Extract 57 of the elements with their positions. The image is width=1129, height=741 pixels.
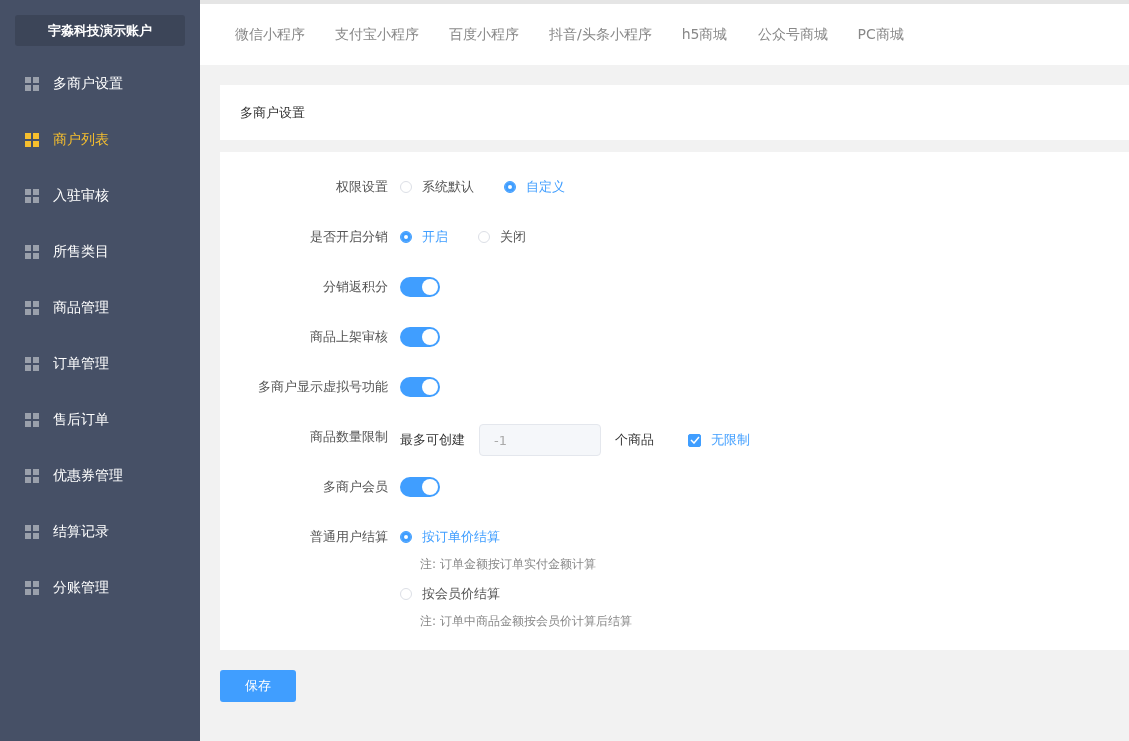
- radio-option[interactable]: 按订单价结算: [400, 524, 602, 550]
- grid-icon: [25, 301, 39, 315]
- radio-button[interactable]: [504, 181, 516, 193]
- toggle-switch[interactable]: [400, 477, 440, 497]
- field-label: 商品数量限制: [309, 428, 388, 446]
- field-label: 商品上架审核: [309, 328, 388, 346]
- toggle-switch[interactable]: [400, 327, 440, 347]
- note-text: 注: 订单中商品金额按会员价计算后结算: [419, 613, 632, 630]
- field-label: 权限设置: [335, 178, 388, 196]
- sidebar-item[interactable]: 分账管理: [0, 560, 200, 616]
- radio-button[interactable]: [400, 231, 412, 243]
- grid-icon: [25, 189, 39, 203]
- sidebar-item[interactable]: 商品管理: [0, 280, 200, 336]
- tab[interactable]: 支付宝小程序: [335, 25, 419, 44]
- sidebar-item[interactable]: 结算记录: [0, 504, 200, 560]
- tab[interactable]: 微信小程序: [235, 25, 305, 44]
- radio-option[interactable]: 开启: [400, 224, 448, 250]
- grid-icon: [25, 469, 39, 483]
- sidebar-item[interactable]: 订单管理: [0, 336, 200, 392]
- checkbox-option[interactable]: 无限制: [688, 431, 750, 449]
- sidebar-item[interactable]: 入驻审核: [0, 168, 200, 224]
- tab[interactable]: 公众号商城: [757, 25, 828, 44]
- sidebar-item[interactable]: 所售类目: [0, 224, 200, 280]
- radio-button[interactable]: [400, 531, 412, 543]
- grid-icon: [25, 413, 39, 427]
- grid-icon: [25, 133, 39, 147]
- field-label: 多商户会员: [322, 478, 388, 496]
- radio-option[interactable]: 自定义: [504, 174, 565, 200]
- radio-option[interactable]: 系统默认: [400, 174, 474, 200]
- toggle-switch[interactable]: [400, 277, 440, 297]
- grid-icon: [25, 77, 39, 91]
- grid-icon: [25, 357, 39, 371]
- tab[interactable]: h5商城: [681, 25, 728, 44]
- tab[interactable]: 抖音/头条小程序: [549, 25, 652, 44]
- field-label: 多商户显示虚拟号功能: [257, 378, 388, 396]
- sidebar-item[interactable]: 商户列表: [0, 112, 200, 168]
- tab[interactable]: 百度小程序: [449, 25, 519, 44]
- field-label: 是否开启分销: [309, 228, 388, 246]
- account-name: 宇淼科技演示账户: [15, 15, 185, 46]
- sidebar-item[interactable]: 售后订单: [0, 392, 200, 448]
- sidebar-item[interactable]: 多商户设置: [0, 56, 200, 112]
- save-button[interactable]: 保存: [220, 670, 296, 702]
- panel-title: 多商户设置: [240, 103, 305, 122]
- prefix-text: 最多可创建: [400, 431, 465, 449]
- sidebar-item[interactable]: 优惠券管理: [0, 448, 200, 504]
- toggle-switch[interactable]: [400, 377, 440, 397]
- radio-option[interactable]: 按会员价结算: [400, 581, 602, 607]
- field-label: 分销返积分: [322, 278, 388, 296]
- note-text: 注: 订单金额按订单实付金额计算: [419, 556, 597, 573]
- suffix-text: 个商品: [615, 431, 654, 449]
- field-label: 普通用户结算: [309, 528, 388, 546]
- tab[interactable]: PC商城: [857, 25, 904, 44]
- grid-icon: [25, 245, 39, 259]
- radio-option[interactable]: 关闭: [478, 224, 526, 250]
- grid-icon: [25, 581, 39, 595]
- grid-icon: [25, 525, 39, 539]
- checkbox[interactable]: [688, 433, 701, 447]
